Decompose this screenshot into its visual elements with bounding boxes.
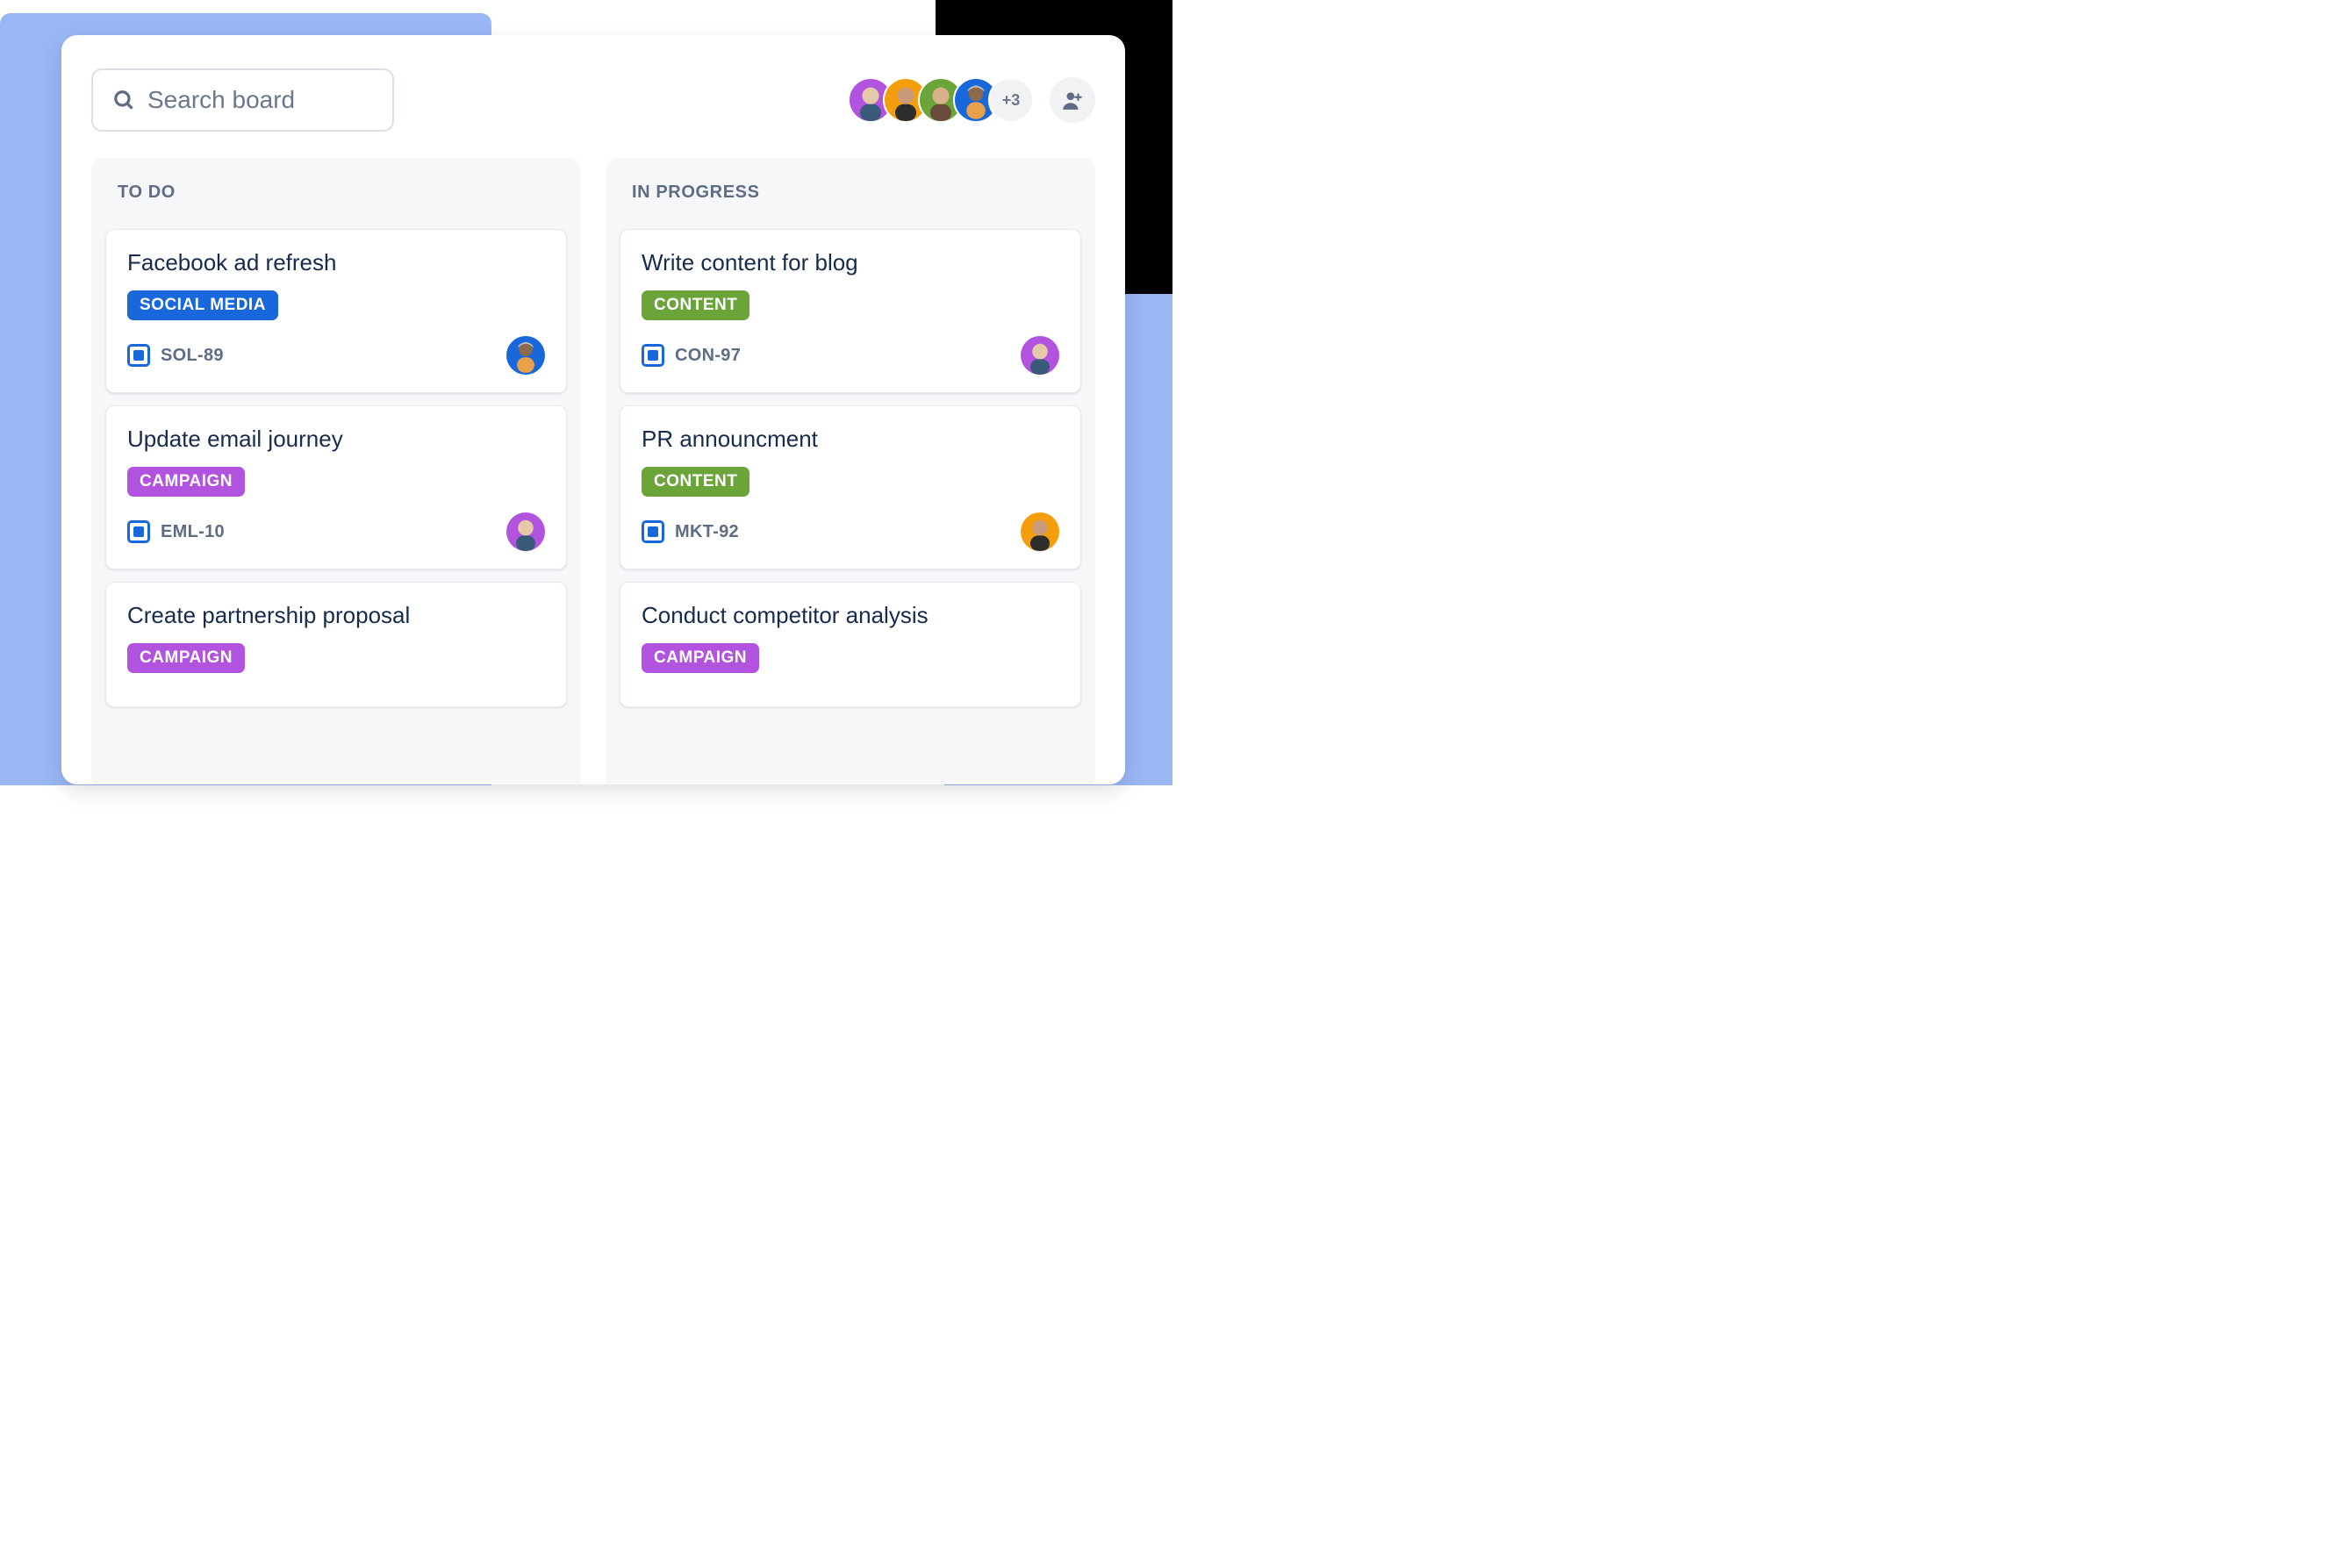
card-key: CON-97	[642, 344, 741, 367]
card[interactable]: Conduct competitor analysis CAMPAIGN	[620, 582, 1081, 707]
card-key-text: SOL-89	[161, 346, 224, 366]
card-title: PR announcment	[642, 426, 1059, 453]
card-key: MKT-92	[642, 520, 739, 543]
card[interactable]: Write content for blog CONTENT CON-97	[620, 229, 1081, 393]
card-title: Create partnership proposal	[127, 602, 545, 629]
avatar-stack: +3	[848, 77, 1034, 123]
card-tag: CAMPAIGN	[642, 643, 759, 673]
card-tag: CAMPAIGN	[127, 467, 245, 497]
card[interactable]: Facebook ad refresh SOCIAL MEDIA SOL-89	[105, 229, 567, 393]
issue-type-icon	[642, 344, 664, 367]
card-assignee[interactable]	[1021, 512, 1059, 551]
card[interactable]: PR announcment CONTENT MKT-92	[620, 405, 1081, 569]
card-assignee[interactable]	[506, 336, 545, 375]
issue-type-icon	[127, 520, 150, 543]
column-in-progress: IN PROGRESS Write content for blog CONTE…	[606, 158, 1095, 784]
card-key-text: CON-97	[675, 346, 741, 366]
search-input[interactable]: Search board	[91, 68, 394, 132]
board-columns: TO DO Facebook ad refresh SOCIAL MEDIA S…	[91, 158, 1095, 784]
card-tag: CONTENT	[642, 467, 749, 497]
card-key: EML-10	[127, 520, 225, 543]
issue-type-icon	[642, 520, 664, 543]
card-assignee[interactable]	[1021, 336, 1059, 375]
avatar-overflow-label: +3	[1002, 91, 1021, 110]
top-bar: Search board +3	[91, 68, 1095, 132]
search-icon	[112, 89, 135, 111]
card-title: Update email journey	[127, 426, 545, 453]
card-tag: CAMPAIGN	[127, 643, 245, 673]
card-title: Write content for blog	[642, 249, 1059, 276]
add-user-button[interactable]	[1050, 77, 1095, 123]
card-tag: SOCIAL MEDIA	[127, 290, 278, 320]
card-tag: CONTENT	[642, 290, 749, 320]
card-title: Facebook ad refresh	[127, 249, 545, 276]
add-user-icon	[1061, 89, 1084, 111]
card-key-text: EML-10	[161, 522, 225, 542]
search-placeholder: Search board	[147, 86, 295, 114]
column-title: TO DO	[118, 183, 567, 203]
card-assignee[interactable]	[506, 512, 545, 551]
avatar-overflow[interactable]: +3	[988, 77, 1034, 123]
column-todo: TO DO Facebook ad refresh SOCIAL MEDIA S…	[91, 158, 581, 784]
card-title: Conduct competitor analysis	[642, 602, 1059, 629]
column-title: IN PROGRESS	[632, 183, 1081, 203]
board-window: Search board +3	[61, 35, 1125, 784]
card-key: SOL-89	[127, 344, 224, 367]
card[interactable]: Create partnership proposal CAMPAIGN	[105, 582, 567, 707]
card[interactable]: Update email journey CAMPAIGN EML-10	[105, 405, 567, 569]
board-members: +3	[848, 77, 1095, 123]
card-key-text: MKT-92	[675, 522, 739, 542]
issue-type-icon	[127, 344, 150, 367]
